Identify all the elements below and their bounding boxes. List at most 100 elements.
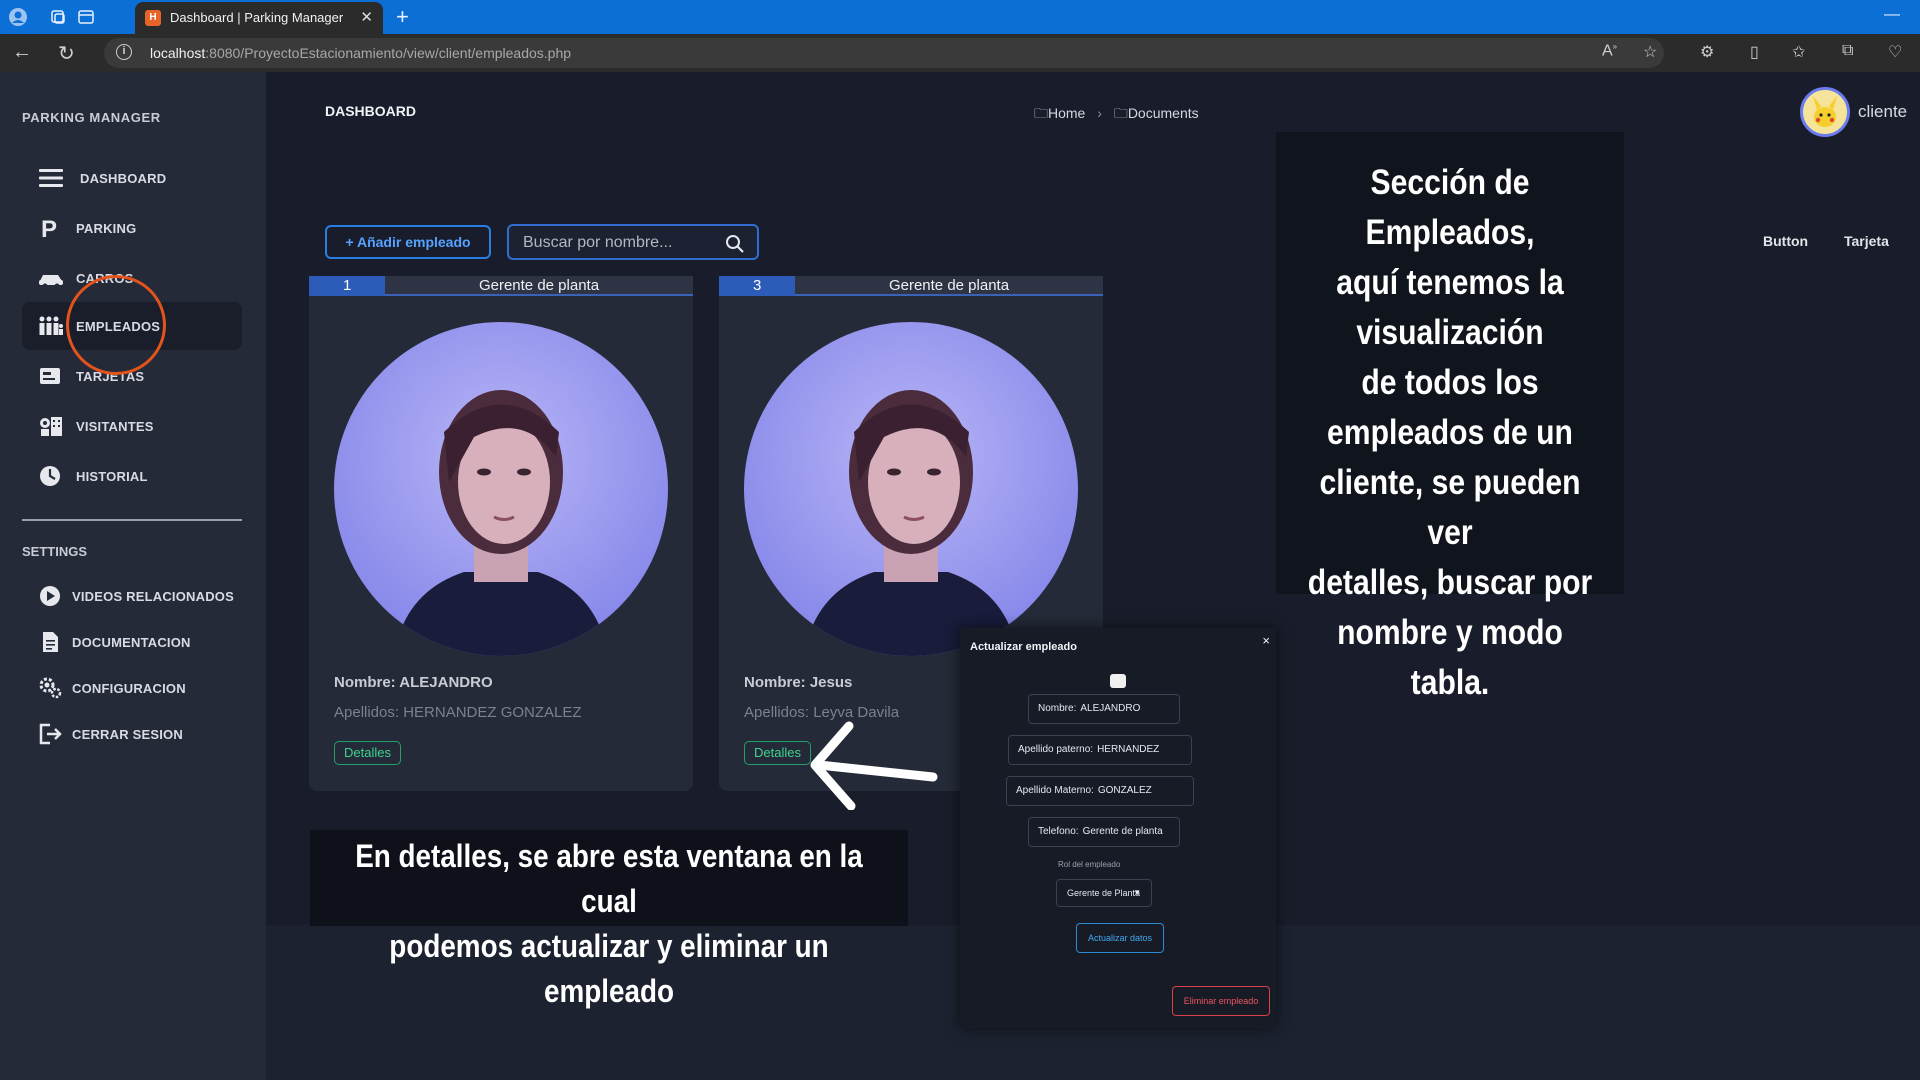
breadcrumb: 🗀Home › 🗀Documents xyxy=(1034,103,1199,127)
card-header: 3 Gerente de planta xyxy=(719,276,1103,296)
collections-icon[interactable]: ⧉ xyxy=(1842,42,1853,60)
sidebar-item-cerrar-sesion[interactable]: CERRAR SESION xyxy=(22,710,242,758)
brand-title: PARKING MANAGER xyxy=(22,110,161,125)
employee-name: Nombre: ALEJANDRO xyxy=(334,674,493,691)
breadcrumb-separator: › xyxy=(1097,105,1102,121)
employee-role: Gerente de planta xyxy=(888,277,1010,294)
name-field[interactable]: Nombre: ALEJANDRO xyxy=(1028,694,1180,724)
browser-essentials-icon[interactable]: ♡ xyxy=(1888,42,1902,62)
employee-id: 3 xyxy=(719,276,795,296)
minimize-window-icon[interactable]: — xyxy=(1884,6,1900,24)
parking-icon: P xyxy=(38,216,64,243)
chevron-down-icon: ▼ xyxy=(1133,888,1141,897)
arrow-annotation-icon xyxy=(810,721,938,810)
delete-employee-button[interactable]: Eliminar empleado xyxy=(1172,986,1270,1016)
role-select[interactable]: Gerente de Planta ▼ xyxy=(1056,879,1152,907)
card-view-button[interactable]: Tarjeta xyxy=(1844,233,1889,249)
url-field[interactable]: i localhost:8080/ProyectoEstacionamiento… xyxy=(104,38,1664,68)
add-employee-button[interactable]: + Añadir empleado xyxy=(325,225,491,259)
annotation-text: Sección de Empleados, aquí tenemos la vi… xyxy=(1307,163,1593,702)
browser-tab[interactable]: H Dashboard | Parking Manager ✕ xyxy=(135,2,383,34)
phone-field[interactable]: Telefono: Gerente de planta xyxy=(1028,817,1180,847)
modal-title: Actualizar empleado xyxy=(970,641,1077,653)
profile-icon[interactable] xyxy=(8,7,28,27)
sidebar-item-videos[interactable]: VIDEOS RELACIONADOS xyxy=(22,572,242,620)
sidebar-item-label: DOCUMENTACION xyxy=(72,635,191,650)
browser-tab-bar: H Dashboard | Parking Manager ✕ + — xyxy=(0,0,1920,34)
close-icon[interactable]: × xyxy=(1262,633,1270,648)
search-icon[interactable] xyxy=(725,234,745,254)
settings-heading: SETTINGS xyxy=(22,544,88,559)
highlight-circle-annotation xyxy=(66,275,166,375)
annotation-box: En detalles, se abre esta ventana en la … xyxy=(310,830,908,1009)
user-name[interactable]: cliente xyxy=(1858,102,1907,122)
favicon-icon: H xyxy=(145,10,161,26)
employee-photo xyxy=(744,322,1078,656)
play-icon xyxy=(38,584,64,608)
employee-role: Gerente de planta xyxy=(478,277,600,294)
sidebar-item-label: VIDEOS RELACIONADOS xyxy=(72,589,234,604)
new-tab-icon[interactable]: + xyxy=(396,4,409,30)
address-bar: ← ↻ i localhost:8080/ProyectoEstacionami… xyxy=(0,34,1920,72)
history-icon xyxy=(38,464,64,488)
tab-title: Dashboard | Parking Manager xyxy=(170,10,344,25)
sidebar-item-label: DASHBOARD xyxy=(80,171,167,186)
table-view-button[interactable]: Button xyxy=(1763,233,1808,249)
role-label: Rol del empleado xyxy=(1058,860,1121,869)
update-button[interactable]: Actualizar datos xyxy=(1076,923,1164,953)
annotation-text: En detalles, se abre esta ventana en la … xyxy=(355,838,863,1009)
update-employee-modal: Actualizar empleado × Nombre: ALEJANDRO A… xyxy=(960,628,1276,1028)
employee-id: 1 xyxy=(309,276,385,296)
hamburger-icon xyxy=(38,166,64,190)
sidebar: PARKING MANAGER DASHBOARD P PARKING CARR… xyxy=(0,72,266,1080)
visitor-icon xyxy=(38,414,64,438)
url-text: localhost:8080/ProyectoEstacionamiento/v… xyxy=(150,45,572,61)
sidebar-item-label: HISTORIAL xyxy=(76,469,148,484)
search-input[interactable] xyxy=(523,233,723,253)
extensions-icon[interactable]: ⚙ xyxy=(1700,42,1714,62)
sidebar-item-historial[interactable]: HISTORIAL xyxy=(22,452,242,500)
sidebar-divider xyxy=(22,519,242,521)
logout-icon xyxy=(38,722,64,746)
sidebar-item-dashboard[interactable]: DASHBOARD xyxy=(22,154,242,202)
avatar[interactable] xyxy=(1800,87,1850,137)
details-button[interactable]: Detalles xyxy=(744,741,811,765)
split-screen-icon[interactable]: ▯ xyxy=(1750,42,1759,62)
people-icon xyxy=(38,314,64,338)
sidebar-item-label: PARKING xyxy=(76,221,137,236)
sidebar-item-label: VISITANTES xyxy=(76,419,154,434)
svg-text:P: P xyxy=(41,216,57,240)
maternal-surname-field[interactable]: Apellido Materno: GONZALEZ xyxy=(1006,776,1194,806)
gear-icon xyxy=(38,676,64,700)
favorite-star-icon[interactable]: ☆ xyxy=(1643,42,1657,62)
close-tab-icon[interactable]: ✕ xyxy=(360,8,373,26)
sidebar-item-label: CERRAR SESION xyxy=(72,727,183,742)
refresh-icon[interactable]: ↻ xyxy=(58,41,75,66)
employee-lastname: Apellidos: HERNANDEZ GONZALEZ xyxy=(334,704,582,721)
breadcrumb-home[interactable]: Home xyxy=(1048,105,1085,121)
tab-actions-icon[interactable] xyxy=(76,7,96,27)
employee-thumbnail-icon xyxy=(1110,674,1126,688)
favorites-icon[interactable]: ✩ xyxy=(1792,42,1805,62)
page-title: DASHBOARD xyxy=(325,103,416,119)
paternal-surname-field[interactable]: Apellido paterno: HERNANDEZ xyxy=(1008,735,1192,765)
folder-icon: 🗀 xyxy=(1113,105,1128,121)
card-icon xyxy=(38,364,64,388)
document-icon xyxy=(38,630,64,654)
card-header: 1 Gerente de planta xyxy=(309,276,693,296)
folder-icon: 🗀 xyxy=(1034,105,1048,121)
sidebar-item-parking[interactable]: P PARKING xyxy=(22,204,242,252)
read-aloud-icon[interactable]: A» xyxy=(1602,42,1617,60)
search-box xyxy=(507,224,759,260)
workspaces-icon[interactable] xyxy=(48,7,68,27)
back-arrow-icon[interactable]: ← xyxy=(12,41,32,64)
details-button[interactable]: Detalles xyxy=(334,741,401,765)
sidebar-item-visitantes[interactable]: VISITANTES xyxy=(22,402,242,450)
sidebar-item-configuracion[interactable]: CONFIGURACION xyxy=(22,664,242,712)
annotation-box: Sección de Empleados, aquí tenemos la vi… xyxy=(1276,132,1624,702)
car-icon xyxy=(38,266,64,290)
sidebar-item-documentacion[interactable]: DOCUMENTACION xyxy=(22,618,242,666)
employee-card: 1 Gerente de planta Nombre: ALEJANDRO Ap… xyxy=(309,276,693,791)
site-info-icon[interactable]: i xyxy=(116,44,132,60)
breadcrumb-documents[interactable]: Documents xyxy=(1128,105,1199,121)
